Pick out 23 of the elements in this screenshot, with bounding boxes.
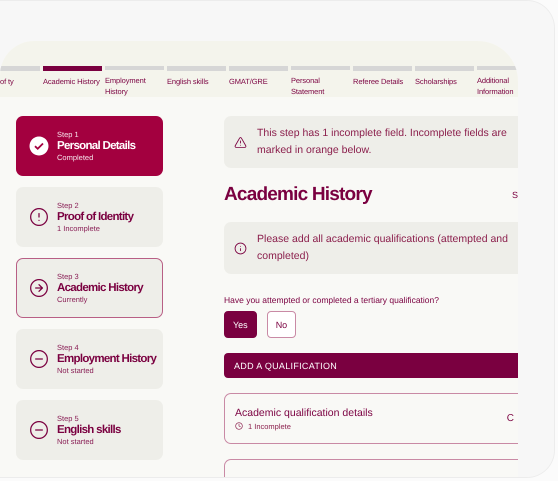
arrow-circle-icon xyxy=(29,278,49,298)
step-title: Employment History xyxy=(57,353,156,365)
minus-circle-icon xyxy=(29,349,49,369)
check-circle-icon xyxy=(29,136,49,156)
step-title: English skills xyxy=(57,424,121,436)
step-title: Proof of Identity xyxy=(57,211,134,223)
card-action[interactable]: C xyxy=(506,413,514,424)
qualification-title: Academic qualification details xyxy=(235,406,373,418)
info-icon xyxy=(234,242,247,254)
minus-circle-icon xyxy=(29,420,49,440)
section-heading: Academic History xyxy=(224,184,372,206)
question-label: Have you attempted or completed a tertiary qualification? xyxy=(224,295,440,305)
clock-icon xyxy=(235,422,243,430)
step-title: Academic History xyxy=(57,282,143,294)
info-text: Please add all academic qualifications (attempted and completed) xyxy=(257,232,509,264)
answer-option[interactable]: No xyxy=(266,311,296,338)
heading-action[interactable]: S xyxy=(512,190,518,200)
answer-option[interactable]: Yes xyxy=(224,311,257,338)
step-title: Personal Details xyxy=(57,140,136,152)
alert-circle-icon xyxy=(29,207,49,227)
warning-text: This step has 1 incomplete field. Incomplete fields are marked in orange below. xyxy=(257,126,508,158)
warning-icon xyxy=(234,136,247,148)
add-qualification-button[interactable]: ADD A QUALIFICATION xyxy=(224,353,518,378)
